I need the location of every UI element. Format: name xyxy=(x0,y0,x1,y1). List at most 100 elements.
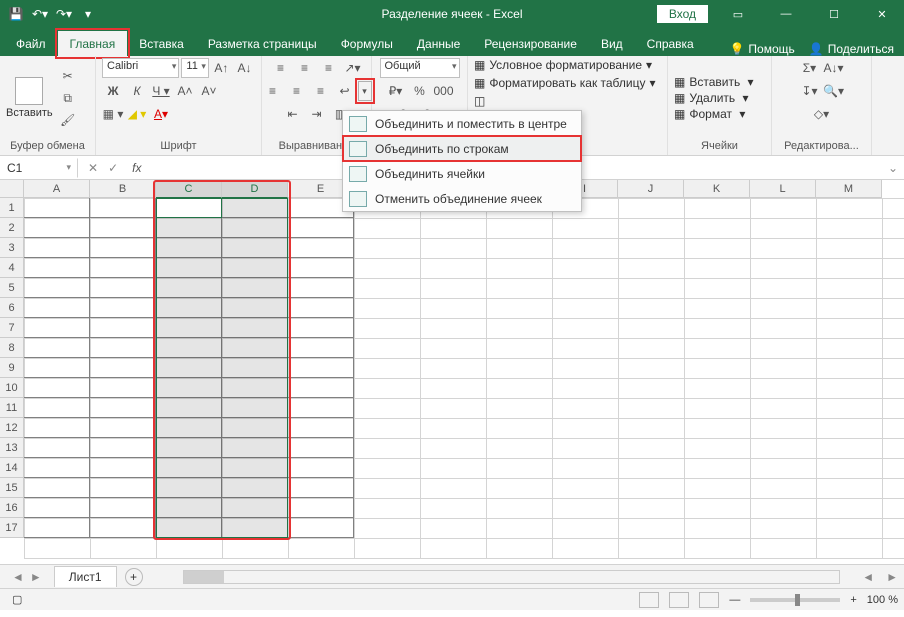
page-break-view-icon[interactable] xyxy=(699,592,719,608)
column-header[interactable]: C xyxy=(156,180,222,198)
decrease-indent-icon[interactable]: ⇤ xyxy=(282,104,304,124)
copy-icon[interactable]: ⧉ xyxy=(57,88,79,108)
sheet-nav-prev-icon[interactable]: ◄ xyxy=(12,570,24,584)
wrap-text-icon[interactable]: ↩ xyxy=(334,81,356,101)
column-header[interactable]: K xyxy=(684,180,750,198)
align-center-icon[interactable]: ≡ xyxy=(286,81,308,101)
row-header[interactable]: 2 xyxy=(0,218,24,238)
format-cells-button[interactable]: ▦Формат ▾ xyxy=(674,107,754,121)
row-header[interactable]: 5 xyxy=(0,278,24,298)
row-header[interactable]: 17 xyxy=(0,518,24,538)
column-header[interactable]: B xyxy=(90,180,156,198)
sort-filter-icon[interactable]: A↓▾ xyxy=(823,58,845,78)
sheet-nav-next-icon[interactable]: ► xyxy=(30,570,42,584)
active-cell[interactable] xyxy=(156,198,222,218)
maximize-icon[interactable]: ☐ xyxy=(816,0,852,28)
merge-dropdown[interactable]: ▾ xyxy=(358,81,372,101)
share-button[interactable]: 👤Поделиться xyxy=(809,42,894,56)
help-tellme[interactable]: 💡Помощь xyxy=(729,42,794,56)
spreadsheet-grid[interactable]: ABCDEFGHIJKLM 1234567891011121314151617 xyxy=(0,180,904,564)
cut-icon[interactable]: ✂ xyxy=(57,66,79,86)
record-macro-icon[interactable]: ▢ xyxy=(12,593,22,606)
increase-font-icon[interactable]: A↑ xyxy=(211,58,232,78)
ribbon-options-icon[interactable]: ▭ xyxy=(720,0,756,28)
zoom-level[interactable]: 100 % xyxy=(867,594,898,606)
delete-cells-button[interactable]: ▦Удалить ▾ xyxy=(674,91,754,105)
row-header[interactable]: 7 xyxy=(0,318,24,338)
comma-icon[interactable]: 000 xyxy=(433,81,455,101)
cell-styles-button[interactable]: ◫ xyxy=(474,94,485,108)
column-header[interactable]: A xyxy=(24,180,90,198)
name-box[interactable]: C1▾ xyxy=(0,158,78,178)
column-header[interactable]: M xyxy=(816,180,882,198)
conditional-formatting-button[interactable]: ▦Условное форматирование▾ xyxy=(474,58,652,72)
cancel-formula-icon[interactable]: ✕ xyxy=(88,161,98,175)
font-name-dropdown[interactable]: Calibri xyxy=(102,58,179,78)
number-format-dropdown[interactable]: Общий xyxy=(380,58,460,78)
merge-center-item[interactable]: Объединить и поместить в центре xyxy=(343,111,581,136)
signin-button[interactable]: Вход xyxy=(657,5,708,23)
merge-across-item[interactable]: Объединить по строкам xyxy=(343,136,581,161)
row-header[interactable]: 4 xyxy=(0,258,24,278)
percent-icon[interactable]: % xyxy=(409,81,431,101)
save-icon[interactable]: 💾 xyxy=(8,6,24,22)
clear-icon[interactable]: ◇▾ xyxy=(811,104,833,124)
row-header[interactable]: 16 xyxy=(0,498,24,518)
undo-icon[interactable]: ↶▾ xyxy=(32,6,48,22)
unmerge-item[interactable]: Отменить объединение ячеек xyxy=(343,186,581,211)
find-select-icon[interactable]: 🔍▾ xyxy=(823,81,845,101)
page-layout-view-icon[interactable] xyxy=(669,592,689,608)
normal-view-icon[interactable] xyxy=(639,592,659,608)
align-middle-icon[interactable]: ≡ xyxy=(294,58,316,78)
column-header[interactable]: J xyxy=(618,180,684,198)
column-header[interactable]: D xyxy=(222,180,288,198)
select-all-corner[interactable] xyxy=(0,180,24,198)
row-header[interactable]: 6 xyxy=(0,298,24,318)
zoom-out-button[interactable]: ― xyxy=(729,594,740,606)
tab-help[interactable]: Справка xyxy=(635,31,706,56)
format-as-table-button[interactable]: ▦Форматировать как таблицу▾ xyxy=(474,76,656,90)
row-header[interactable]: 11 xyxy=(0,398,24,418)
minimize-icon[interactable]: ― xyxy=(768,0,804,28)
font-size-dropdown[interactable]: 11 xyxy=(181,58,208,78)
tab-formulas[interactable]: Формулы xyxy=(329,31,405,56)
align-left-icon[interactable]: ≡ xyxy=(262,81,284,101)
autosum-icon[interactable]: Σ▾ xyxy=(799,58,821,78)
bold-button[interactable]: Ж xyxy=(102,81,124,101)
fill-color-button[interactable]: ◢ ▾ xyxy=(126,104,148,124)
column-header[interactable]: L xyxy=(750,180,816,198)
row-header[interactable]: 10 xyxy=(0,378,24,398)
row-header[interactable]: 1 xyxy=(0,198,24,218)
fx-icon[interactable]: fx xyxy=(132,161,141,175)
paste-button[interactable]: Вставить xyxy=(6,77,53,119)
orientation-icon[interactable]: ↗▾ xyxy=(342,58,364,78)
tab-file[interactable]: Файл xyxy=(4,31,58,56)
row-header[interactable]: 14 xyxy=(0,458,24,478)
tab-layout[interactable]: Разметка страницы xyxy=(196,31,329,56)
redo-icon[interactable]: ↷▾ xyxy=(56,6,72,22)
format-painter-icon[interactable]: 🖌 xyxy=(57,110,79,130)
currency-icon[interactable]: ₽▾ xyxy=(385,81,407,101)
insert-cells-button[interactable]: ▦Вставить ▾ xyxy=(674,75,754,89)
decrease-font-alt-icon[interactable]: A˅ xyxy=(198,81,220,101)
increase-indent-icon[interactable]: ⇥ xyxy=(306,104,328,124)
italic-button[interactable]: К xyxy=(126,81,148,101)
borders-button[interactable]: ▦ ▾ xyxy=(102,104,124,124)
horizontal-scrollbar[interactable] xyxy=(183,570,841,584)
decrease-font-icon[interactable]: A↓ xyxy=(234,58,255,78)
increase-font-alt-icon[interactable]: A˄ xyxy=(174,81,196,101)
row-header[interactable]: 15 xyxy=(0,478,24,498)
new-sheet-button[interactable]: + xyxy=(125,568,143,586)
row-header[interactable]: 12 xyxy=(0,418,24,438)
qat-customize-icon[interactable]: ▾ xyxy=(80,6,96,22)
row-header[interactable]: 3 xyxy=(0,238,24,258)
row-header[interactable]: 8 xyxy=(0,338,24,358)
align-bottom-icon[interactable]: ≡ xyxy=(318,58,340,78)
row-header[interactable]: 9 xyxy=(0,358,24,378)
sheet-tab[interactable]: Лист1 xyxy=(54,566,117,587)
tab-home[interactable]: Главная xyxy=(58,31,128,56)
merge-cells-item[interactable]: Объединить ячейки xyxy=(343,161,581,186)
underline-button[interactable]: Ч ▾ xyxy=(150,81,172,101)
expand-formula-bar-icon[interactable]: ⌄ xyxy=(882,161,904,175)
tab-review[interactable]: Рецензирование xyxy=(472,31,589,56)
